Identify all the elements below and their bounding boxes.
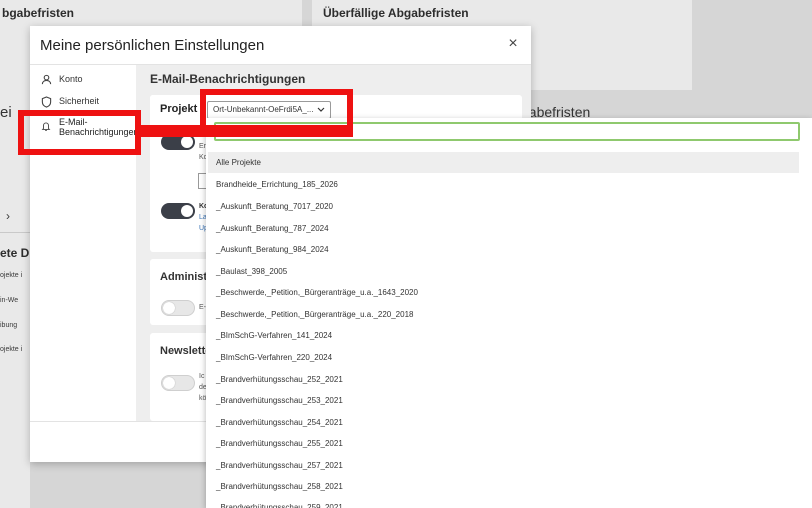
user-icon (40, 74, 52, 86)
bg-row: ojekte i (0, 272, 23, 279)
card-title: Newslette (160, 345, 212, 357)
sidebar-item-konto[interactable]: Konto (40, 74, 83, 86)
sidebar-item-label: E-Mail-Benachrichtigungen (59, 117, 139, 137)
bg-title-right: Überfällige Abgabefristen (323, 6, 469, 20)
sidebar-item-label: Sicherheit (59, 96, 100, 106)
bg-row: in-We (0, 297, 19, 304)
bg-arrow: › (6, 209, 10, 223)
bg-fragment-1: ei (0, 104, 12, 121)
sidebar-item-label: Konto (59, 74, 83, 84)
sidebar-item-email-notifications[interactable]: E-Mail-Benachrichtigungen (40, 117, 139, 137)
bg-title-left: bgabefristen (2, 6, 75, 20)
close-button[interactable]: × (503, 34, 523, 54)
dropdown-option[interactable]: _Brandverhütungsschau_257_2021 (208, 455, 799, 476)
toggle-admin[interactable] (161, 300, 195, 316)
row-description: Er (199, 143, 206, 150)
dropdown-option[interactable]: _Auskunft_Beratung_984_2024 (208, 239, 799, 260)
dropdown-option[interactable]: _Brandverhütungsschau_255_2021 (208, 433, 799, 454)
dropdown-option[interactable]: _Brandverhütungsschau_258_2021 (208, 476, 799, 497)
bg-row: ibung (0, 322, 18, 329)
dropdown-option[interactable]: _BImSchG-Verfahren_220_2024 (208, 347, 799, 368)
bg-row: ojekte i (0, 346, 23, 353)
bg-fragment-2: ete D (0, 246, 30, 260)
project-dropdown: Alle Projekte Brandheide_Errichtung_185_… (206, 118, 812, 508)
modal-title: Meine persönlichen Einstellungen (40, 37, 265, 54)
dropdown-option[interactable]: Alle Projekte (208, 152, 799, 173)
row-description: Ic (199, 373, 205, 380)
dropdown-option[interactable]: _BImSchG-Verfahren_141_2024 (208, 325, 799, 346)
chevron-down-icon (317, 102, 325, 118)
bg-divider (0, 232, 30, 233)
toggle-comments[interactable] (161, 203, 195, 219)
toggle-daily[interactable] (161, 134, 195, 150)
dropdown-option[interactable]: _Beschwerde,_Petition,_Bürgeranträge_u.a… (208, 304, 799, 325)
section-title: E-Mail-Benachrichtigungen (150, 72, 306, 86)
bg-card-left-lower (0, 240, 30, 508)
row-label: E- (199, 304, 206, 311)
dropdown-option[interactable]: _Auskunft_Beratung_787_2024 (208, 218, 799, 239)
bell-icon (40, 121, 52, 133)
toggle-newsletter[interactable] (161, 375, 195, 391)
shield-icon (40, 96, 52, 108)
screen: bgabefristen Überfällige Abgabefristen e… (0, 0, 812, 508)
sidebar-item-sicherheit[interactable]: Sicherheit (40, 96, 99, 108)
dropdown-option[interactable]: _Auskunft_Beratung_7017_2020 (208, 196, 799, 217)
project-select-value: Ort-Unbekannt-OeFrdi5A_... (213, 105, 314, 114)
dropdown-option[interactable]: _Brandverhütungsschau_254_2021 (208, 412, 799, 433)
project-select[interactable]: Ort-Unbekannt-OeFrdi5A_... (207, 101, 331, 119)
search-input[interactable] (216, 126, 798, 142)
search-field[interactable] (214, 122, 800, 142)
dropdown-option[interactable]: _Brandverhütungsschau_259_2021 (208, 497, 799, 508)
dropdown-option[interactable]: _Brandverhütungsschau_253_2021 (208, 390, 799, 411)
dropdown-option[interactable]: _Baulast_398_2005 (208, 261, 799, 282)
settings-sidebar: Konto Sicherheit E-Mail-Benachrichtigung… (30, 65, 139, 421)
dropdown-option[interactable]: Brandheide_Errichtung_185_2026 (208, 174, 799, 195)
dropdown-option[interactable]: _Beschwerde,_Petition,_Bürgeranträge_u.a… (208, 282, 799, 303)
dropdown-option[interactable]: _Brandverhütungsschau_252_2021 (208, 369, 799, 390)
project-row (150, 95, 521, 118)
project-label: Projekt (160, 103, 198, 115)
